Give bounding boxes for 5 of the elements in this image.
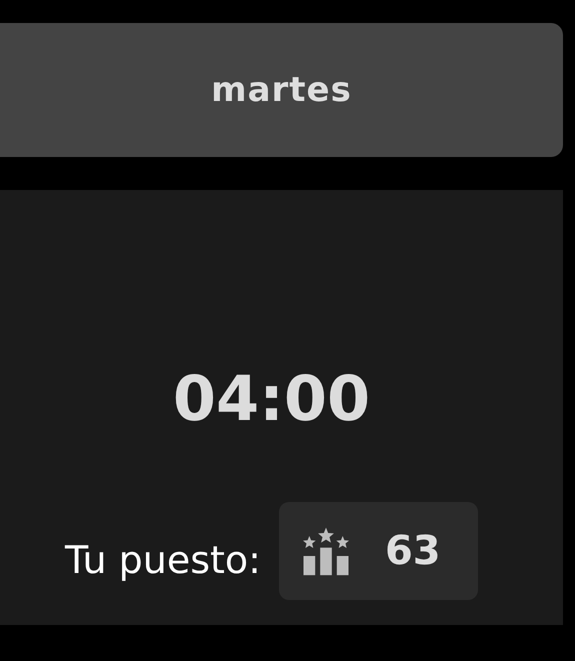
timer-text: 04:00 (172, 368, 370, 430)
rank-label: Tu puesto: (65, 538, 261, 582)
rank-value: 63 (384, 528, 441, 574)
day-header: martes (0, 23, 563, 157)
leaderboard-icon (300, 526, 351, 576)
